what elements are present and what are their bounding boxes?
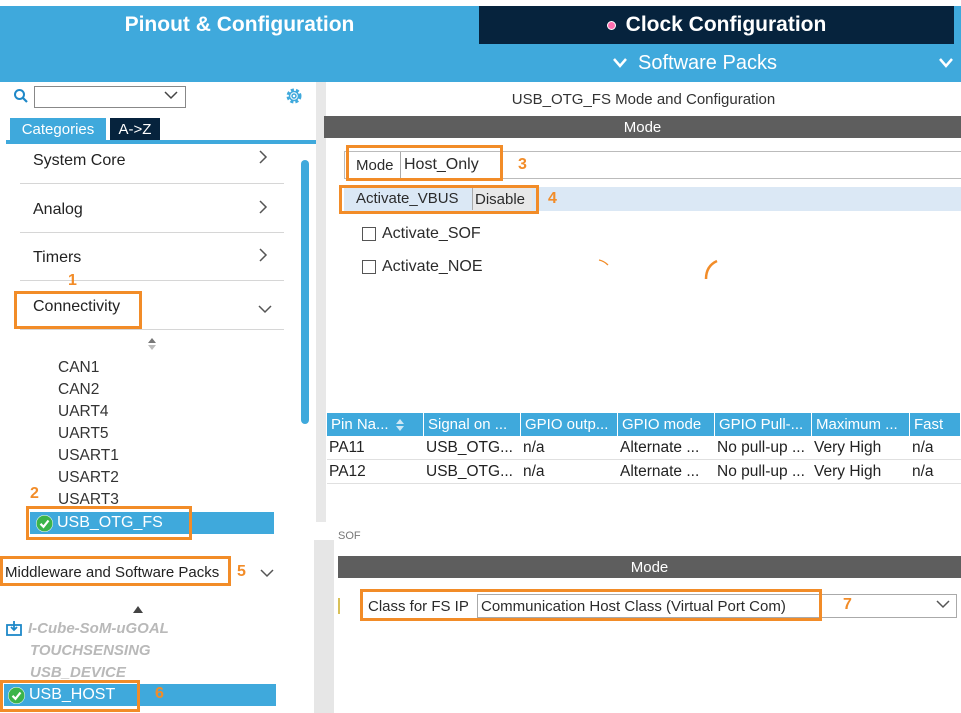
column-header-signal[interactable]: Signal on ... — [424, 413, 521, 436]
table-cell: Alternate ... — [620, 462, 700, 480]
column-header-label: Pin Na... — [331, 416, 389, 433]
chevron-down-icon — [258, 299, 272, 319]
annotation-box-7 — [360, 589, 822, 621]
chevron-right-icon — [258, 149, 268, 169]
download-icon — [6, 620, 22, 640]
list-item-touchsensing[interactable]: TOUCHSENSING — [30, 642, 151, 659]
list-item-usart1[interactable]: USART1 — [58, 447, 119, 465]
activate-noe-checkbox-row[interactable]: Activate_NOE — [362, 258, 482, 276]
table-row[interactable]: PA12 USB_OTG... n/a Alternate ... No pul… — [327, 460, 961, 484]
column-header-maximum[interactable]: Maximum ... — [812, 413, 910, 436]
chevron-down-icon[interactable] — [260, 565, 274, 582]
annotation-number-2: 2 — [30, 485, 39, 502]
annotation-number-6: 6 — [155, 685, 164, 702]
list-item-can1[interactable]: CAN1 — [58, 359, 99, 377]
category-system-core[interactable]: System Core — [20, 138, 284, 184]
column-header-gpio-mode[interactable]: GPIO mode — [618, 413, 715, 436]
panel-divider[interactable] — [316, 82, 326, 522]
list-item-can2[interactable]: CAN2 — [58, 381, 99, 399]
software-packs-menu[interactable]: Software Packs — [612, 44, 777, 82]
field-marker — [338, 598, 340, 614]
software-packs-label: Software Packs — [638, 51, 777, 74]
annotation-box-3 — [346, 145, 503, 181]
sort-icon — [395, 418, 404, 431]
scroll-up-icon[interactable] — [133, 600, 143, 617]
mode-section-header: Mode — [324, 116, 961, 138]
annotation-box-5 — [0, 556, 231, 586]
table-cell: No pull-up ... — [717, 462, 805, 480]
clipped-fragment: SOF — [338, 531, 361, 540]
tab-bar-sliver — [954, 6, 961, 44]
category-analog[interactable]: Analog — [20, 187, 284, 233]
table-header-row: Pin Na... Signal on ... GPIO outp... GPI… — [327, 413, 961, 436]
table-row[interactable]: PA11 USB_OTG... n/a Alternate ... No pul… — [327, 436, 961, 460]
tab-clock-label: Clock Configuration — [625, 13, 827, 36]
activate-sof-label: Activate_SOF — [382, 225, 481, 242]
list-item-usart2[interactable]: USART2 — [58, 469, 119, 487]
table-cell: No pull-up ... — [717, 438, 805, 456]
annotation-number-3: 3 — [518, 156, 527, 173]
category-label: System Core — [33, 151, 126, 169]
activate-noe-label: Activate_NOE — [382, 258, 483, 275]
stray-mark — [598, 254, 610, 271]
pin-configuration-table: Pin Na... Signal on ... GPIO outp... GPI… — [327, 413, 961, 484]
chevron-down-icon[interactable] — [936, 596, 950, 612]
category-label: Timers — [33, 248, 82, 266]
software-packs-bar — [0, 44, 961, 82]
table-cell: PA11 — [329, 438, 365, 456]
table-cell: Very High — [814, 438, 882, 456]
activate-sof-checkbox[interactable] — [362, 227, 376, 241]
table-cell: Very High — [814, 462, 882, 480]
column-header-gpio-pull[interactable]: GPIO Pull-... — [715, 413, 812, 436]
stray-mark — [703, 259, 719, 287]
tab-categories[interactable]: Categories — [10, 118, 106, 140]
table-cell: n/a — [912, 462, 934, 480]
list-item-icube-som-ugoal[interactable]: I-Cube-SoM-uGOAL — [28, 620, 169, 637]
annotation-box-1 — [14, 291, 142, 329]
scrollbar-thumb[interactable] — [301, 160, 309, 424]
column-header-pin-name[interactable]: Pin Na... — [327, 413, 424, 436]
annotation-number-5: 5 — [237, 563, 246, 580]
annotation-box-6 — [0, 680, 140, 712]
table-cell: n/a — [523, 462, 545, 480]
annotation-box-4 — [339, 185, 539, 214]
column-header-fast[interactable]: Fast — [910, 413, 961, 436]
table-cell: n/a — [912, 438, 934, 456]
tab-a-to-z[interactable]: A->Z — [110, 118, 160, 140]
search-icon[interactable] — [13, 88, 29, 108]
annotation-number-1: 1 — [68, 272, 77, 289]
config-panel-title: USB_OTG_FS Mode and Configuration — [511, 90, 776, 108]
list-item-usb-device[interactable]: USB_DEVICE — [30, 664, 126, 681]
table-cell: PA12 — [329, 462, 366, 480]
category-timers[interactable]: Timers — [20, 235, 284, 281]
annotation-box-2 — [26, 506, 192, 540]
activate-noe-checkbox[interactable] — [362, 260, 376, 274]
table-cell: Alternate ... — [620, 438, 700, 456]
modified-dot-icon — [606, 20, 616, 30]
gear-icon[interactable] — [284, 86, 304, 110]
category-label: Analog — [33, 200, 83, 218]
panel-divider[interactable] — [314, 540, 334, 713]
table-cell: n/a — [523, 438, 545, 456]
chevron-right-icon — [258, 199, 268, 219]
annotation-number-4: 4 — [548, 190, 557, 207]
chevron-down-icon — [613, 58, 627, 68]
tab-clock-configuration[interactable]: Clock Configuration — [479, 6, 954, 44]
table-cell: USB_OTG... — [426, 462, 513, 480]
list-item-uart5[interactable]: UART5 — [58, 425, 109, 443]
activate-sof-checkbox-row[interactable]: Activate_SOF — [362, 225, 481, 243]
list-item-uart4[interactable]: UART4 — [58, 403, 109, 421]
sort-icon[interactable] — [146, 336, 158, 356]
chevron-down-icon[interactable] — [938, 44, 954, 82]
table-cell: USB_OTG... — [426, 438, 513, 456]
chevron-down-icon[interactable] — [164, 88, 178, 103]
annotation-number-7: 7 — [843, 596, 852, 613]
tab-pinout-configuration[interactable]: Pinout & Configuration — [0, 6, 479, 44]
chevron-right-icon — [258, 247, 268, 267]
column-header-gpio-output[interactable]: GPIO outp... — [521, 413, 618, 436]
middleware-mode-header: Mode — [338, 556, 961, 578]
